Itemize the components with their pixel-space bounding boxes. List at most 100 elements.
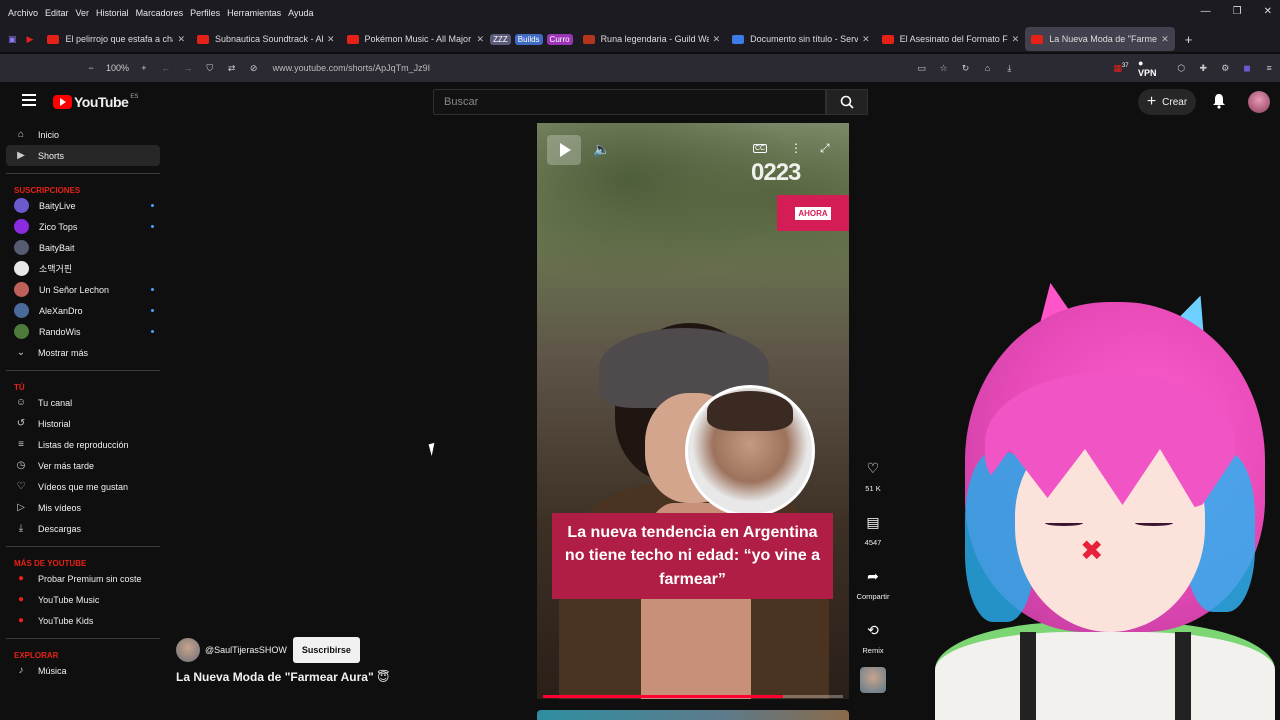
close-tab-icon[interactable]: ✕: [1161, 34, 1169, 45]
sidebar-item[interactable]: ● YouTube Kids: [6, 610, 160, 631]
guide-menu-icon[interactable]: [22, 94, 36, 106]
tab-group-pill[interactable]: ZZZ: [490, 33, 511, 45]
browser-tab[interactable]: Subnautica Soundtrack - Aband ✕: [191, 27, 341, 51]
bookmark-star-icon[interactable]: ☆: [933, 63, 955, 74]
next-short-preview[interactable]: [537, 710, 849, 720]
sidebar-item[interactable]: ⌄ Mostrar más: [6, 342, 160, 363]
close-tab-icon[interactable]: ✕: [327, 34, 335, 45]
sidebar-item[interactable]: ▷ Mis vídeos: [6, 497, 160, 518]
profile-icon[interactable]: ◼: [1236, 63, 1258, 74]
back-button[interactable]: ←: [155, 63, 177, 73]
wallet-icon[interactable]: ⬡: [1170, 63, 1192, 74]
browser-sidebar-icon[interactable]: ▣: [8, 34, 17, 45]
close-tab-icon[interactable]: ✕: [862, 34, 870, 45]
play-button[interactable]: [547, 135, 581, 165]
sidebar-item[interactable]: ◷ Ver más tarde: [6, 455, 160, 476]
close-window-icon[interactable]: ✕: [1264, 6, 1272, 17]
menu-item[interactable]: Perfiles: [190, 8, 220, 18]
sidebar-item[interactable]: ≡ Listas de reproducción: [6, 434, 160, 455]
tab-group-pill[interactable]: Builds: [514, 33, 543, 45]
sidebar-divider: [6, 173, 160, 174]
sidebar-item[interactable]: ⤓ Descargas: [6, 518, 160, 539]
address-bar[interactable]: www.youtube.com/shorts/ApJqTm_Jz9I: [273, 63, 911, 73]
search-button[interactable]: [826, 89, 868, 115]
browser-tab[interactable]: El pelirrojo que estafa a chavale ✕: [41, 27, 191, 51]
vpn-button[interactable]: ● VPN: [1138, 58, 1164, 78]
sidebar-item[interactable]: ⌂ Inicio: [6, 124, 160, 145]
sidebar-item[interactable]: ● YouTube Music: [6, 589, 160, 610]
extensions-icon[interactable]: ✚: [1192, 63, 1214, 74]
account-avatar[interactable]: [1248, 91, 1270, 113]
screenshot-icon[interactable]: ▭: [911, 63, 933, 74]
menu-icon[interactable]: ≡: [1258, 63, 1280, 73]
sidebar-item[interactable]: ↺ Historial: [6, 413, 160, 434]
browser-tab[interactable]: Runa legendaria - Guild Wars 2 ✕: [577, 27, 727, 51]
menu-item[interactable]: Historial: [96, 8, 129, 18]
video-progress-bar[interactable]: [543, 695, 843, 698]
close-tab-icon[interactable]: ✕: [477, 34, 485, 45]
sidebar-item-subscription[interactable]: Zico Tops: [6, 216, 160, 237]
sidebar-item[interactable]: ☺ Tu canal: [6, 392, 160, 413]
menu-item[interactable]: Archivo: [8, 8, 38, 18]
menu-item[interactable]: Ayuda: [288, 8, 313, 18]
close-tab-icon[interactable]: ✕: [177, 34, 185, 45]
maximize-icon[interactable]: ❐: [1233, 6, 1242, 17]
forward-button[interactable]: →: [177, 63, 199, 73]
minimize-icon[interactable]: —: [1201, 6, 1211, 17]
sound-source-thumbnail[interactable]: [860, 667, 886, 693]
settings-gear-icon[interactable]: ⚙: [1214, 63, 1236, 74]
tab-title: Pokémon Music - All Major Ant: [364, 34, 473, 44]
share-button[interactable]: ➦ Compartir: [853, 563, 893, 602]
menu-item[interactable]: Ver: [76, 8, 90, 18]
sidebar-item-subscription[interactable]: BaityBait: [6, 237, 160, 258]
sidebar-item-subscription[interactable]: AleXanDro: [6, 300, 160, 321]
sidebar-item-subscription[interactable]: 소맥거핀: [6, 258, 160, 279]
fullscreen-icon[interactable]: ⤢: [820, 141, 830, 156]
close-tab-icon[interactable]: ✕: [1012, 34, 1020, 45]
sidebar-item[interactable]: ♡ Vídeos que me gustan: [6, 476, 160, 497]
more-options-icon[interactable]: ⋮: [790, 141, 802, 155]
permissions-icon[interactable]: ⇄: [221, 63, 243, 74]
captions-button[interactable]: CC: [753, 144, 768, 153]
extension-badge-icon[interactable]: ▦37: [1110, 63, 1132, 74]
short-video-player[interactable]: 🔈 CC ⋮ ⤢ 0223 AHORA La nueva tendencia e…: [537, 123, 849, 699]
menu-item[interactable]: Editar: [45, 8, 69, 18]
remix-button[interactable]: ⟲ Remix: [857, 617, 889, 656]
sidebar-item-subscription[interactable]: RandoWis: [6, 321, 160, 342]
sidebar-item-subscription[interactable]: Un Señor Lechon: [6, 279, 160, 300]
new-content-dot: [151, 309, 154, 312]
zoom-in-button[interactable]: +: [133, 63, 155, 73]
download-icon[interactable]: ⤓: [998, 63, 1020, 74]
tab-group-pill[interactable]: Curro: [546, 33, 573, 45]
like-button[interactable]: ♡ 51 K: [857, 455, 889, 494]
new-tab-icon[interactable]: +: [1185, 32, 1193, 47]
zoom-out-button[interactable]: −: [80, 63, 102, 73]
menu-item[interactable]: Herramientas: [227, 8, 281, 18]
sidebar-item-subscription[interactable]: BaityLive: [6, 195, 160, 216]
home-icon[interactable]: ⌂: [976, 63, 998, 73]
sidebar-item[interactable]: ● Probar Premium sin coste: [6, 568, 160, 589]
sidebar-item[interactable]: ▶ Shorts: [6, 145, 160, 166]
shield-icon[interactable]: ⛉: [199, 63, 221, 74]
subscribe-button[interactable]: Suscribirse: [292, 637, 360, 663]
create-button[interactable]: + Crear: [1138, 89, 1196, 115]
channel-name[interactable]: @SaulTijerasSHOW: [205, 645, 287, 655]
browser-tab[interactable]: La Nueva Moda de "Farmear Au ✕: [1025, 27, 1175, 51]
browser-tab[interactable]: Documento sin título - Server d✕: [726, 27, 876, 51]
browser-tab[interactable]: El Asesinato del Formato Físico ✕: [876, 27, 1026, 51]
channel-avatar: [14, 261, 29, 276]
volume-icon[interactable]: 🔈: [593, 141, 610, 158]
search-input[interactable]: Buscar: [433, 89, 826, 115]
notifications-bell-icon[interactable]: [1212, 93, 1226, 114]
menu-item[interactable]: Marcadores: [136, 8, 184, 18]
youtube-logo[interactable]: YouTube ES: [53, 94, 138, 110]
reload-icon[interactable]: ↻: [955, 63, 977, 74]
channel-avatar[interactable]: [176, 638, 200, 662]
sidebar-item[interactable]: ♪ Música: [6, 660, 160, 681]
youtube-pinned-tab-icon[interactable]: ▶: [27, 34, 34, 45]
close-tab-icon[interactable]: ✕: [713, 34, 721, 45]
zoom-level[interactable]: 100%: [106, 63, 129, 73]
comments-button[interactable]: ▤ 4547: [857, 509, 889, 548]
browser-tab[interactable]: Pokémon Music - All Major Ant ✕: [341, 27, 491, 51]
tracking-icon[interactable]: ⊘: [243, 63, 265, 74]
